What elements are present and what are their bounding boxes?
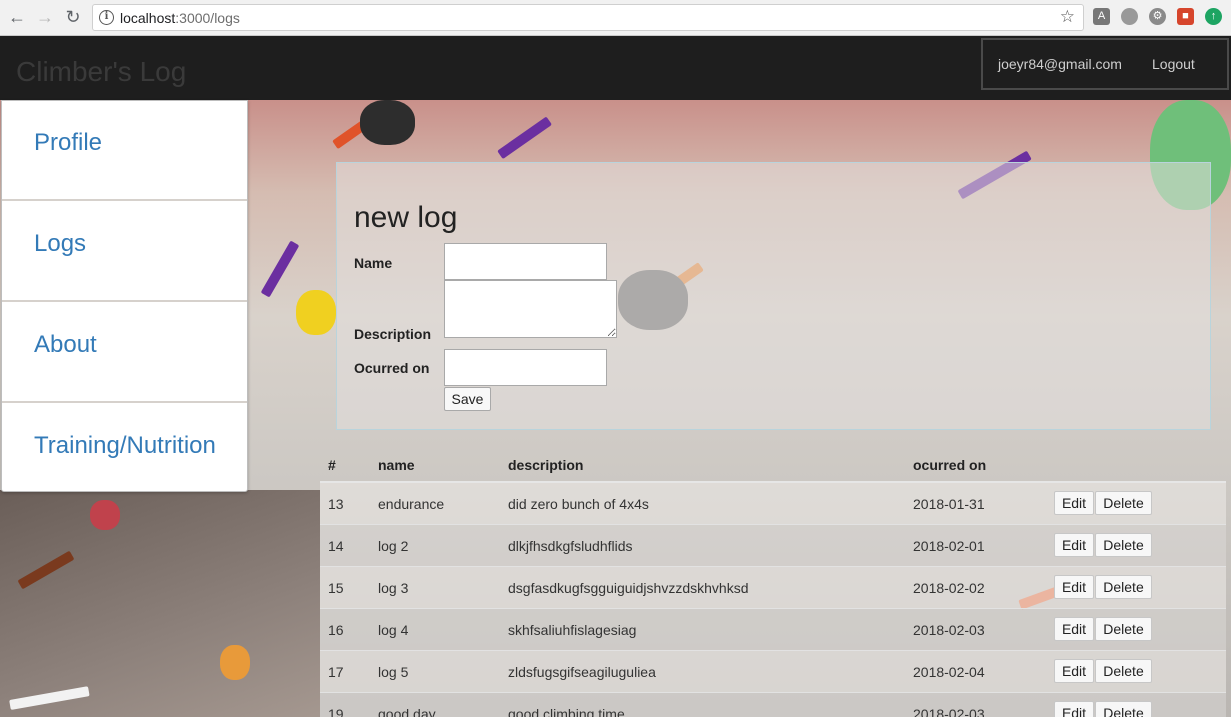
cell-id: 19: [328, 706, 344, 717]
new-log-panel: new log Name Description Ocurred on Save: [336, 162, 1211, 430]
edit-button[interactable]: Edit: [1054, 533, 1094, 557]
climbing-hold: [90, 500, 120, 530]
col-header-name: name: [378, 457, 415, 473]
hold-stripe: [260, 240, 300, 298]
table-row: 16 log 4 skhfsaliuhfislagesiag 2018-02-0…: [320, 609, 1226, 651]
ocurred-on-label: Ocurred on: [354, 360, 430, 376]
edit-button[interactable]: Edit: [1054, 701, 1094, 717]
delete-button[interactable]: Delete: [1095, 617, 1152, 641]
sidebar-item-label[interactable]: Profile: [34, 129, 102, 157]
climbing-hold: [296, 290, 336, 335]
cell-ocurred-on: 2018-02-02: [913, 580, 985, 596]
delete-button[interactable]: Delete: [1095, 659, 1152, 683]
sidebar-item-label[interactable]: Logs: [34, 230, 86, 258]
cell-name: good day: [378, 706, 436, 717]
cell-ocurred-on: 2018-02-03: [913, 622, 985, 638]
cell-ocurred-on: 2018-02-03: [913, 706, 985, 717]
sidebar-item-training-nutrition[interactable]: Training/Nutrition: [2, 404, 247, 504]
app-navbar: Climber's Log joeyr84@gmail.com Logout: [0, 36, 1231, 100]
hold-stripe: [497, 116, 553, 160]
cell-id: 13: [328, 496, 344, 512]
info-icon[interactable]: i: [99, 10, 114, 25]
extension-green-arrow-icon[interactable]: ↑: [1205, 8, 1222, 25]
extension-a-icon[interactable]: A: [1093, 8, 1110, 25]
cell-description: zldsfugsgifseagiluguliea: [508, 664, 656, 680]
cell-ocurred-on: 2018-01-31: [913, 496, 985, 512]
cell-name: endurance: [378, 496, 445, 512]
table-row: 17 log 5 zldsfugsgifseagiluguliea 2018-0…: [320, 651, 1226, 693]
table-header: # name description ocurred on: [320, 445, 1226, 483]
logout-link[interactable]: Logout: [1152, 56, 1195, 72]
cell-description: dlkjfhsdkgfsludhflids: [508, 538, 633, 554]
sidebar-item-about[interactable]: About: [2, 303, 247, 403]
extension-gear-icon[interactable]: ⚙: [1149, 8, 1166, 25]
table-row: 14 log 2 dlkjfhsdkgfsludhflids 2018-02-0…: [320, 525, 1226, 567]
cell-name: log 5: [378, 664, 409, 680]
sidebar-item-profile[interactable]: Profile: [2, 101, 247, 201]
reload-icon[interactable]: ↻: [62, 6, 84, 28]
extension-shield-icon[interactable]: [1121, 8, 1138, 25]
edit-button[interactable]: Edit: [1054, 491, 1094, 515]
cell-description: did zero bunch of 4x4s: [508, 496, 649, 512]
user-email[interactable]: joeyr84@gmail.com: [998, 56, 1122, 72]
sidebar-item-label[interactable]: Training/Nutrition: [34, 432, 216, 460]
cell-description: dsgfasdkugfsgguiguidjshvzzdskhvhksd: [508, 580, 749, 596]
col-header-description: description: [508, 457, 584, 473]
bookmark-star-icon[interactable]: ☆: [1060, 7, 1075, 27]
back-arrow-icon[interactable]: ←: [6, 6, 28, 28]
sidebar-nav: Profile Logs About Training/Nutrition: [1, 100, 248, 492]
edit-button[interactable]: Edit: [1054, 659, 1094, 683]
url-text: localhost:3000/logs: [120, 10, 240, 26]
cell-name: log 3: [378, 580, 409, 596]
extension-red-icon[interactable]: ■: [1177, 8, 1194, 25]
brand-title[interactable]: Climber's Log: [16, 56, 186, 88]
delete-button[interactable]: Delete: [1095, 701, 1152, 717]
cell-ocurred-on: 2018-02-04: [913, 664, 985, 680]
cell-description: skhfsaliuhfislagesiag: [508, 622, 637, 638]
col-header-id: #: [328, 457, 336, 473]
forward-arrow-icon[interactable]: →: [34, 6, 56, 28]
cell-id: 16: [328, 622, 344, 638]
sidebar-item-logs[interactable]: Logs: [2, 202, 247, 302]
table-row: 15 log 3 dsgfasdkugfsgguiguidjshvzzdskhv…: [320, 567, 1226, 609]
sidebar-item-label[interactable]: About: [34, 331, 97, 359]
edit-button[interactable]: Edit: [1054, 575, 1094, 599]
delete-button[interactable]: Delete: [1095, 575, 1152, 599]
cell-name: log 4: [378, 622, 409, 638]
browser-toolbar: ← → ↻ i localhost:3000/logs ☆ A ⚙ ■ ↑: [0, 0, 1231, 36]
description-label: Description: [354, 326, 432, 342]
table-row: 19 good day good climbing time 2018-02-0…: [320, 693, 1226, 717]
cell-id: 14: [328, 538, 344, 554]
address-bar[interactable]: i localhost:3000/logs ☆: [92, 4, 1084, 31]
climbing-hold: [220, 645, 250, 680]
url-host: localhost: [120, 10, 176, 26]
name-label: Name: [354, 255, 393, 271]
edit-button[interactable]: Edit: [1054, 617, 1094, 641]
save-button[interactable]: Save: [444, 387, 491, 411]
cell-id: 15: [328, 580, 344, 596]
col-header-ocurred-on: ocurred on: [913, 457, 987, 473]
description-textarea[interactable]: [444, 280, 617, 338]
user-menu: joeyr84@gmail.com Logout: [981, 38, 1229, 90]
name-input[interactable]: [444, 243, 607, 280]
cell-name: log 2: [378, 538, 409, 554]
cell-id: 17: [328, 664, 344, 680]
form-title: new log: [354, 201, 458, 234]
delete-button[interactable]: Delete: [1095, 533, 1152, 557]
wall-shadow: [0, 490, 320, 717]
table-row: 13 endurance did zero bunch of 4x4s 2018…: [320, 483, 1226, 525]
cell-ocurred-on: 2018-02-01: [913, 538, 985, 554]
ocurred-on-input[interactable]: [444, 349, 607, 386]
delete-button[interactable]: Delete: [1095, 491, 1152, 515]
cell-description: good climbing time: [508, 706, 625, 717]
url-path: :3000/logs: [175, 10, 240, 26]
climbing-hold: [360, 100, 415, 145]
